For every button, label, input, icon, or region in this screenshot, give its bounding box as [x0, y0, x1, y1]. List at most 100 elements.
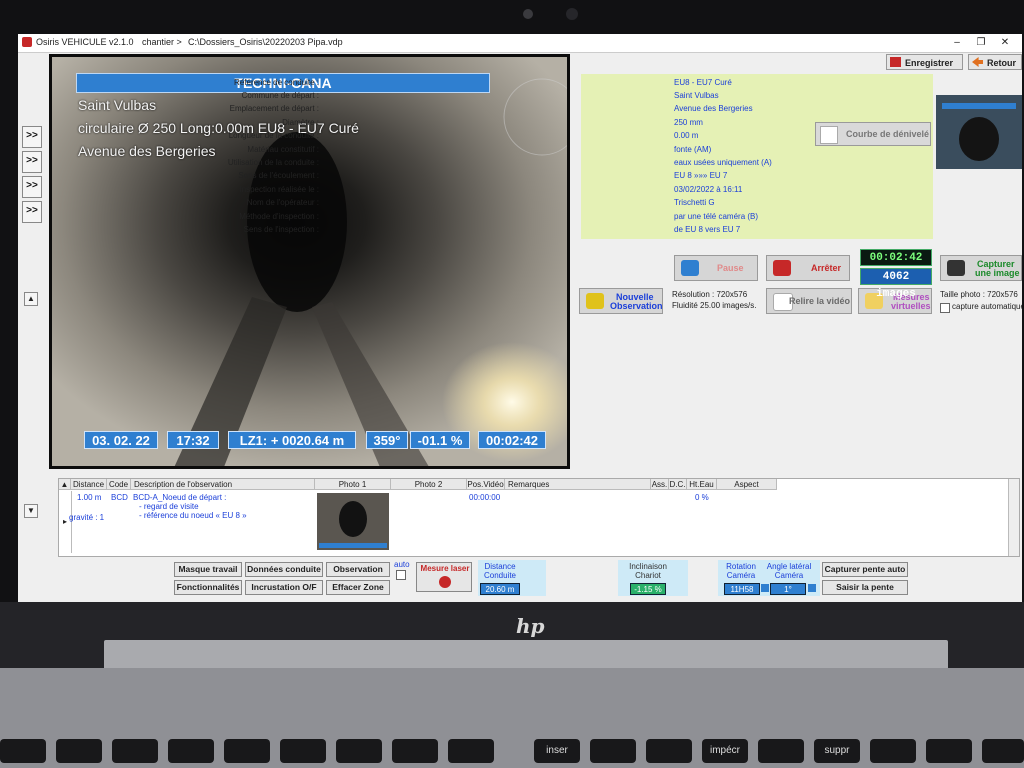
new-observation-button[interactable]: Nouvelle Observation: [579, 288, 663, 314]
incrustation-button[interactable]: Incrustation O/F: [245, 580, 323, 595]
app-logo-icon: [22, 37, 32, 47]
photo-1-thumbnail[interactable]: [317, 493, 389, 550]
info-label: Sens de l'inspection :: [243, 225, 319, 234]
key[interactable]: [112, 739, 158, 763]
info-label: Emplacement de départ :: [229, 104, 319, 113]
maximize-button[interactable]: ❐: [970, 35, 992, 50]
webcam-icon: [523, 9, 533, 19]
rotation-spin-button[interactable]: [761, 584, 769, 592]
col-header[interactable]: Pos.Vidéo: [467, 479, 505, 490]
masque-travail-button[interactable]: Masque travail: [174, 562, 242, 577]
col-header[interactable]: Aspect: [717, 479, 777, 490]
key[interactable]: [224, 739, 270, 763]
laser-label: Mesure laser: [420, 564, 470, 573]
back-label: Retour: [987, 58, 1016, 68]
auto-capture-checkbox[interactable]: [940, 303, 950, 313]
donnees-conduite-button[interactable]: Données conduite: [245, 562, 323, 577]
video-thumbnail[interactable]: [936, 95, 1022, 169]
col-header[interactable]: Remarques: [505, 479, 651, 490]
capture-image-button[interactable]: Capturer une image: [940, 255, 1022, 281]
key[interactable]: [590, 739, 636, 763]
col-header[interactable]: Ass.: [651, 479, 669, 490]
key[interactable]: [392, 739, 438, 763]
insert-key[interactable]: inser: [534, 739, 580, 763]
new-observation-label-2: Observation: [610, 301, 663, 311]
key[interactable]: [982, 739, 1024, 763]
capture-slope-button[interactable]: Capturer pente auto: [822, 562, 908, 577]
back-button[interactable]: Retour: [968, 54, 1022, 70]
table-scrollbar[interactable]: [1008, 479, 1019, 556]
inclinaison-label: Inclinaison Chariot: [629, 562, 667, 580]
replay-video-button[interactable]: Relire la vidéo: [766, 288, 852, 314]
thumbnail-image: [936, 95, 1022, 169]
col-header[interactable]: Photo 2: [391, 479, 467, 490]
power-key[interactable]: [758, 739, 804, 763]
info-label: Méthode d'inspection :: [239, 212, 319, 221]
fonctionnalites-button[interactable]: Fonctionnalités: [174, 580, 242, 595]
key[interactable]: [168, 739, 214, 763]
sidebar-expand-button-3[interactable]: >>: [22, 176, 42, 198]
print-screen-key[interactable]: impécr: [702, 739, 748, 763]
pause-icon: [681, 260, 699, 276]
overlay-town: Saint Vulbas: [78, 97, 157, 113]
sidebar-expand-button-2[interactable]: >>: [22, 151, 42, 173]
stop-button[interactable]: Arrêter: [766, 255, 850, 281]
info-value: 250 mm: [674, 118, 703, 127]
inspection-video[interactable]: TECHNI-CANA Saint Vulbas circulaire Ø 25…: [49, 54, 570, 469]
inclinaison-value: -1.15 %: [630, 583, 666, 595]
sidebar-expand-button-1[interactable]: >>: [22, 126, 42, 148]
auto-capture-label: capture automatique: [952, 302, 1022, 311]
info-label: Nom de l'opérateur :: [246, 198, 319, 207]
key[interactable]: [448, 739, 494, 763]
col-header[interactable]: Code: [107, 479, 131, 490]
camera-icon: [947, 260, 965, 276]
laser-measure-button[interactable]: Mesure laser: [416, 562, 472, 592]
save-icon: [890, 57, 901, 67]
col-header[interactable]: Ht.Eau: [687, 479, 717, 490]
cell-desc-3: - référence du noeud « EU 8 »: [139, 511, 247, 520]
key[interactable]: [56, 739, 102, 763]
info-value: Avenue des Bergeries: [674, 104, 753, 113]
effacer-zone-button[interactable]: Effacer Zone: [326, 580, 390, 595]
info-label: Référence de conduite :: [234, 78, 319, 87]
col-header[interactable]: Photo 1: [315, 479, 391, 490]
scroll-up-button[interactable]: ▲: [24, 292, 38, 306]
col-header[interactable]: Distance: [71, 479, 107, 490]
save-button[interactable]: Enregistrer: [886, 54, 963, 70]
courbe-denivele-button[interactable]: Courbe de dénivelé: [815, 122, 931, 146]
close-button[interactable]: ✕: [994, 35, 1016, 50]
pipe-info-panel: Référence de conduite : EU8 - EU7 Curé Co…: [228, 74, 933, 239]
angle-spin-button[interactable]: [808, 584, 816, 592]
info-label: Matériau constitutif :: [247, 145, 319, 154]
sidebar: >> >> >> >>: [22, 126, 42, 223]
key[interactable]: [870, 739, 916, 763]
key[interactable]: [926, 739, 972, 763]
cell-pos-video: 00:00:00: [469, 493, 501, 502]
enter-slope-button[interactable]: Saisir la pente: [822, 580, 908, 595]
info-label: Sens de l'écoulement :: [238, 171, 319, 180]
table-row[interactable]: 1.00 m gravité : 1 BCD BCD-A_Noeud de dé…: [69, 491, 1017, 553]
col-header[interactable]: Description de l'observation: [131, 479, 315, 490]
info-value: EU8 - EU7 Curé: [674, 78, 732, 87]
col-header[interactable]: D.C.: [669, 479, 687, 490]
info-value: Trischetti G: [674, 198, 715, 207]
key[interactable]: [0, 739, 46, 763]
scroll-down-button[interactable]: ▼: [24, 504, 38, 518]
delete-key[interactable]: suppr: [814, 739, 860, 763]
observation-button[interactable]: Observation: [326, 562, 390, 577]
sidebar-expand-button-4[interactable]: >>: [22, 201, 42, 223]
overlay-rotation: 359°: [366, 431, 408, 449]
key[interactable]: [646, 739, 692, 763]
info-value: par une télé caméra (B): [674, 212, 759, 221]
key[interactable]: [336, 739, 382, 763]
rotation-label: Rotation Caméra: [726, 562, 756, 580]
app-window: Osiris VEHICULE v2.1.0 chantier > C:\Dos…: [18, 34, 1022, 602]
minimize-button[interactable]: –: [946, 35, 968, 50]
breadcrumb[interactable]: chantier >: [142, 37, 182, 47]
auto-checkbox[interactable]: [396, 570, 406, 580]
info-value: EU 8 »»» EU 7: [674, 171, 728, 180]
cell-ht-eau: 0 %: [695, 493, 709, 502]
key[interactable]: [280, 739, 326, 763]
info-value: 0.00 m: [674, 131, 699, 140]
pause-button[interactable]: Pause: [674, 255, 758, 281]
